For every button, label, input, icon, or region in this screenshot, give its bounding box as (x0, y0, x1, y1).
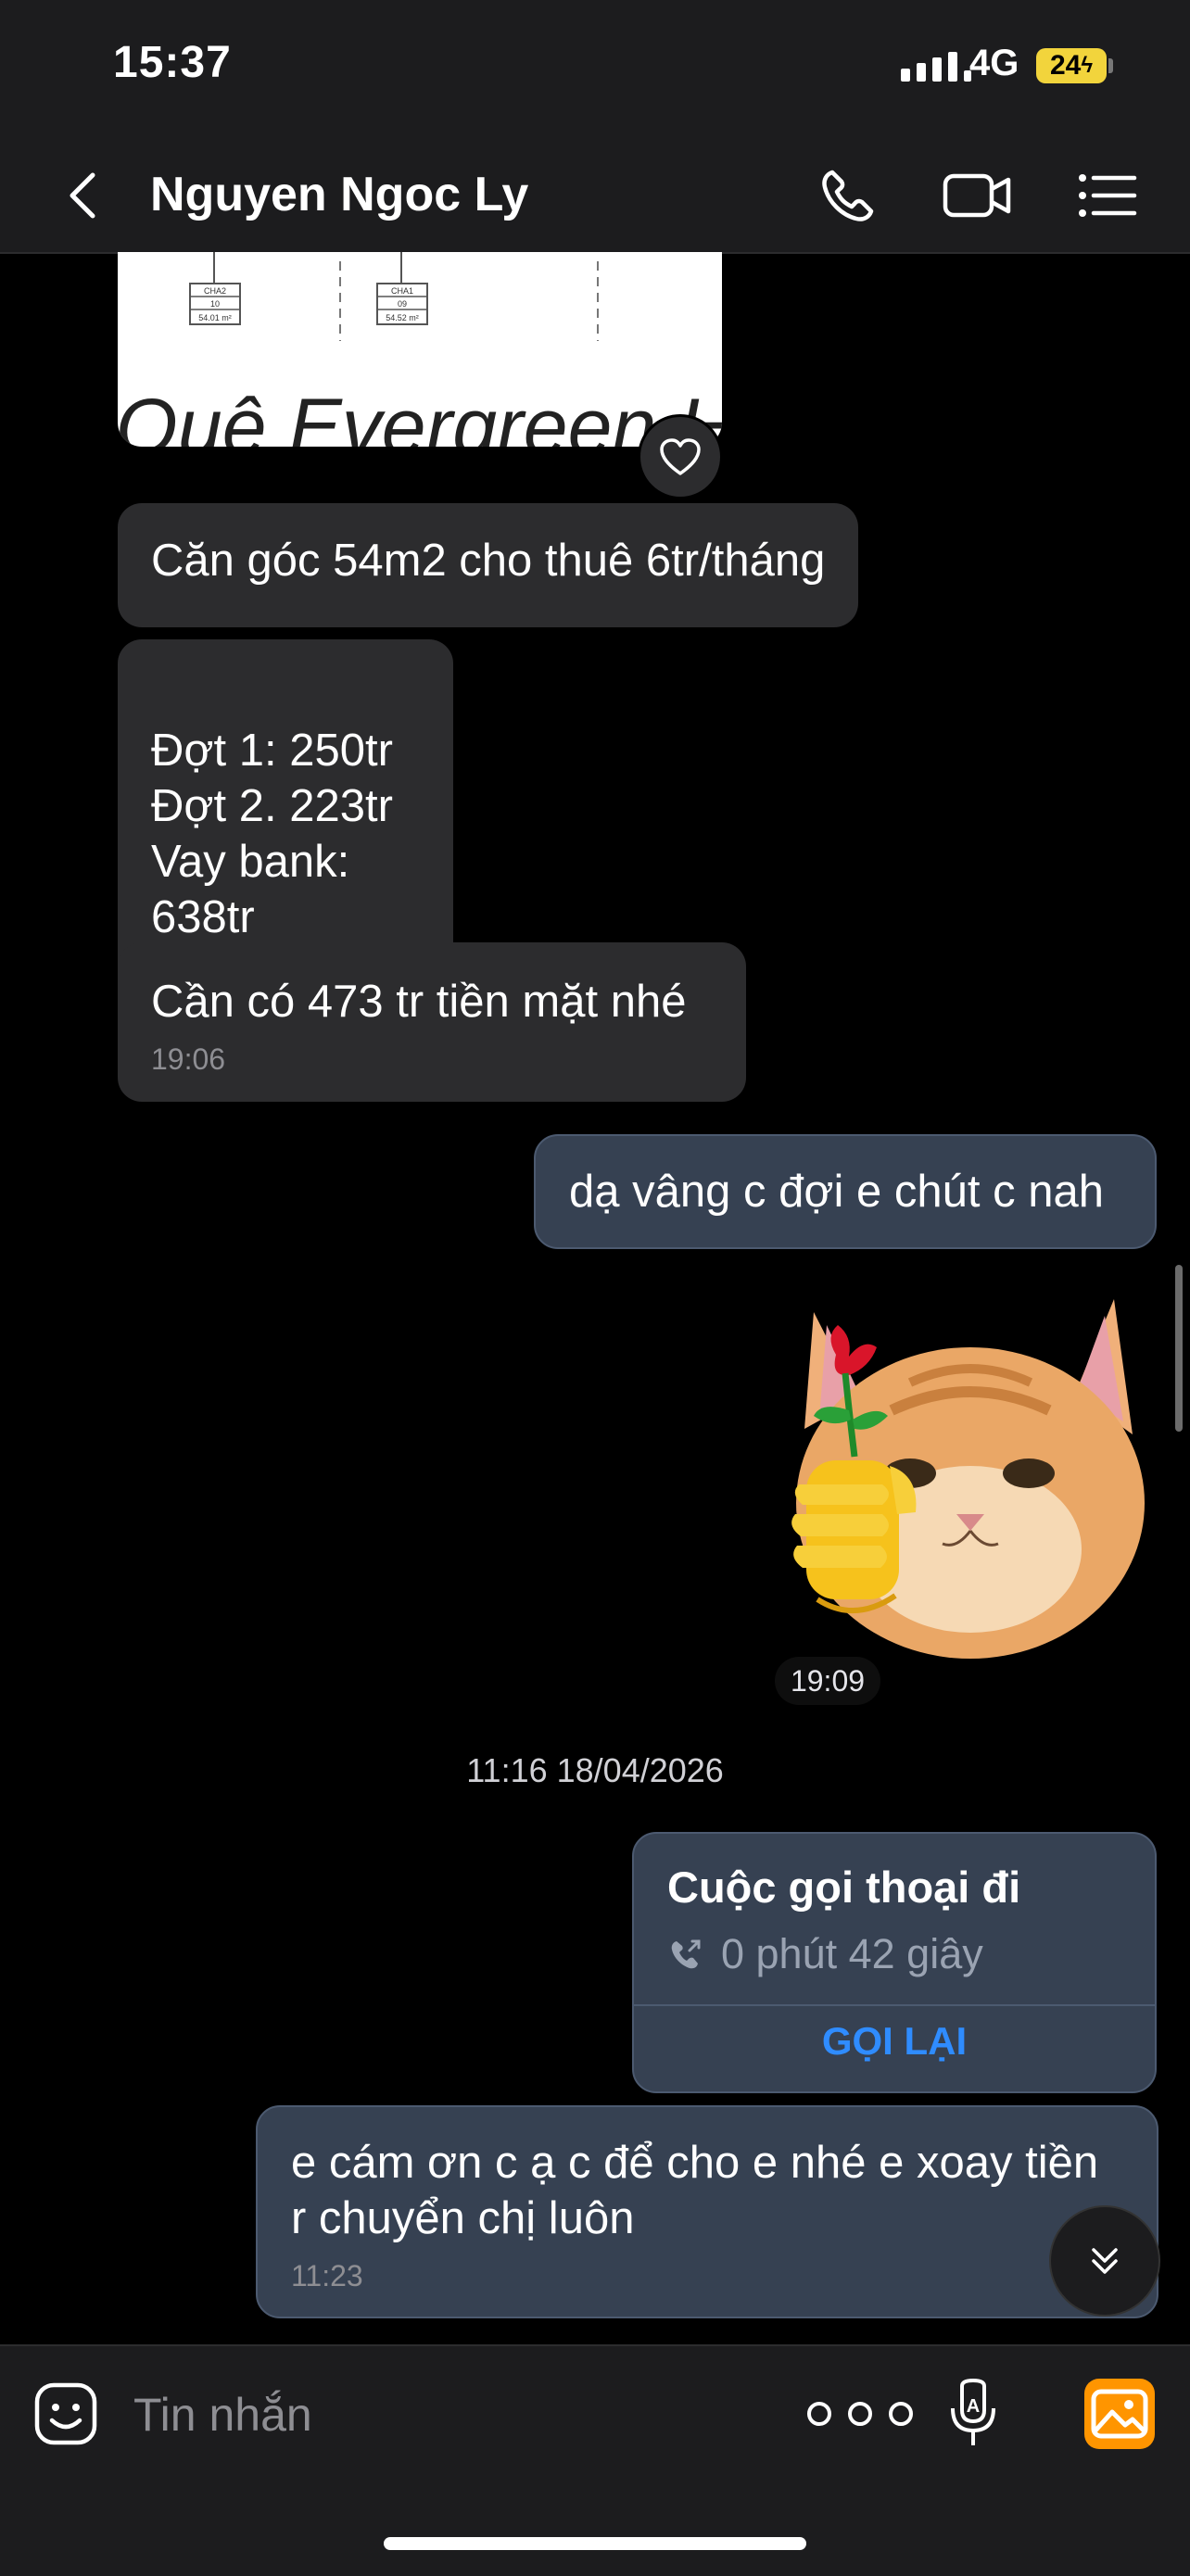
battery-icon: 24 ϟ (1036, 48, 1107, 83)
message-time: 11:23 (291, 2259, 363, 2292)
floorplan-image[interactable]: CHA2 10 54.01 m² CHA1 09 54.52 m² Quê Ev… (118, 252, 722, 447)
outgoing-message[interactable]: e cám ơn c ạ c để cho e nhé e xoay tiền … (256, 2105, 1158, 2318)
video-call-icon[interactable] (942, 163, 1014, 228)
call-duration-row: 0 phút 42 giây (667, 1930, 983, 1978)
home-indicator (384, 2537, 806, 2550)
status-time: 15:37 (113, 38, 232, 87)
react-heart-button[interactable] (638, 414, 723, 499)
call-card-divider (634, 2004, 1155, 2006)
svg-text:A: A (967, 2396, 980, 2417)
unit-left-area: 54.01 m² (198, 313, 232, 322)
back-chevron-icon[interactable] (59, 170, 111, 221)
unit-right-code: CHA1 (391, 286, 413, 296)
incoming-message[interactable]: Căn góc 54m2 cho thuê 6tr/tháng (118, 503, 859, 627)
unit-right-number: 09 (398, 299, 407, 309)
floorplan-drawing: CHA2 10 54.01 m² CHA1 09 54.52 m² Quê Ev… (118, 252, 722, 447)
call-back-button[interactable]: GỌI LẠI (634, 2019, 1155, 2064)
date-separator: 11:16 18/04/2026 (466, 1751, 724, 1789)
message-text: Căn góc 54m2 cho thuê 6tr/tháng (151, 536, 826, 586)
outgoing-call-icon (671, 1939, 701, 1969)
message-time: 19:06 (151, 1042, 226, 1076)
photo-gallery-button[interactable] (1084, 2379, 1155, 2449)
voice-to-text-mic-icon[interactable]: A (945, 2377, 1001, 2451)
emoji-sticker-icon[interactable] (33, 2381, 98, 2446)
message-input[interactable] (132, 2383, 747, 2446)
unit-left-number: 10 (210, 299, 220, 309)
image-watermark-text: Quê Evergreen H (118, 383, 722, 447)
call-title: Cuộc gọi thoại đi (667, 1863, 1021, 1912)
battery-level: 24 (1049, 50, 1082, 81)
scroll-to-bottom-button[interactable] (1049, 2205, 1160, 2317)
sticker-time: 19:09 (775, 1657, 880, 1705)
message-text: Cần có 473 tr tiền mặt nhé (151, 977, 687, 1027)
signal-icon (901, 52, 971, 82)
contact-name[interactable]: Nguyen Ngoc Ly (150, 167, 528, 222)
image-icon (1091, 2389, 1148, 2439)
heart-icon (660, 438, 701, 475)
message-text: dạ vâng c đợi e chút c nah (569, 1167, 1104, 1217)
unit-left-code: CHA2 (204, 286, 226, 296)
phone-call-icon[interactable] (816, 163, 880, 228)
call-log-card[interactable]: Cuộc gọi thoại đi 0 phút 42 giây GỌI LẠI (632, 1832, 1157, 2093)
unit-right-area: 54.52 m² (386, 313, 419, 322)
outgoing-message[interactable]: dạ vâng c đợi e chút c nah (534, 1134, 1157, 1249)
double-chevron-down-icon (1092, 2248, 1118, 2274)
network-label: 4G (969, 43, 1019, 83)
battery-tip (1108, 58, 1113, 73)
chat-scrollbar[interactable] (1175, 1265, 1183, 1432)
incoming-message[interactable]: Cần có 473 tr tiền mặt nhé 19:06 (118, 942, 746, 1102)
menu-list-icon[interactable] (1075, 163, 1140, 228)
more-options-icon[interactable] (799, 2391, 921, 2437)
call-duration: 0 phút 42 giây (721, 1930, 983, 1977)
cat-rose-sticker[interactable] (780, 1271, 1151, 1661)
message-text: e cám ơn c ạ c để cho e nhé e xoay tiền … (291, 2138, 1099, 2243)
